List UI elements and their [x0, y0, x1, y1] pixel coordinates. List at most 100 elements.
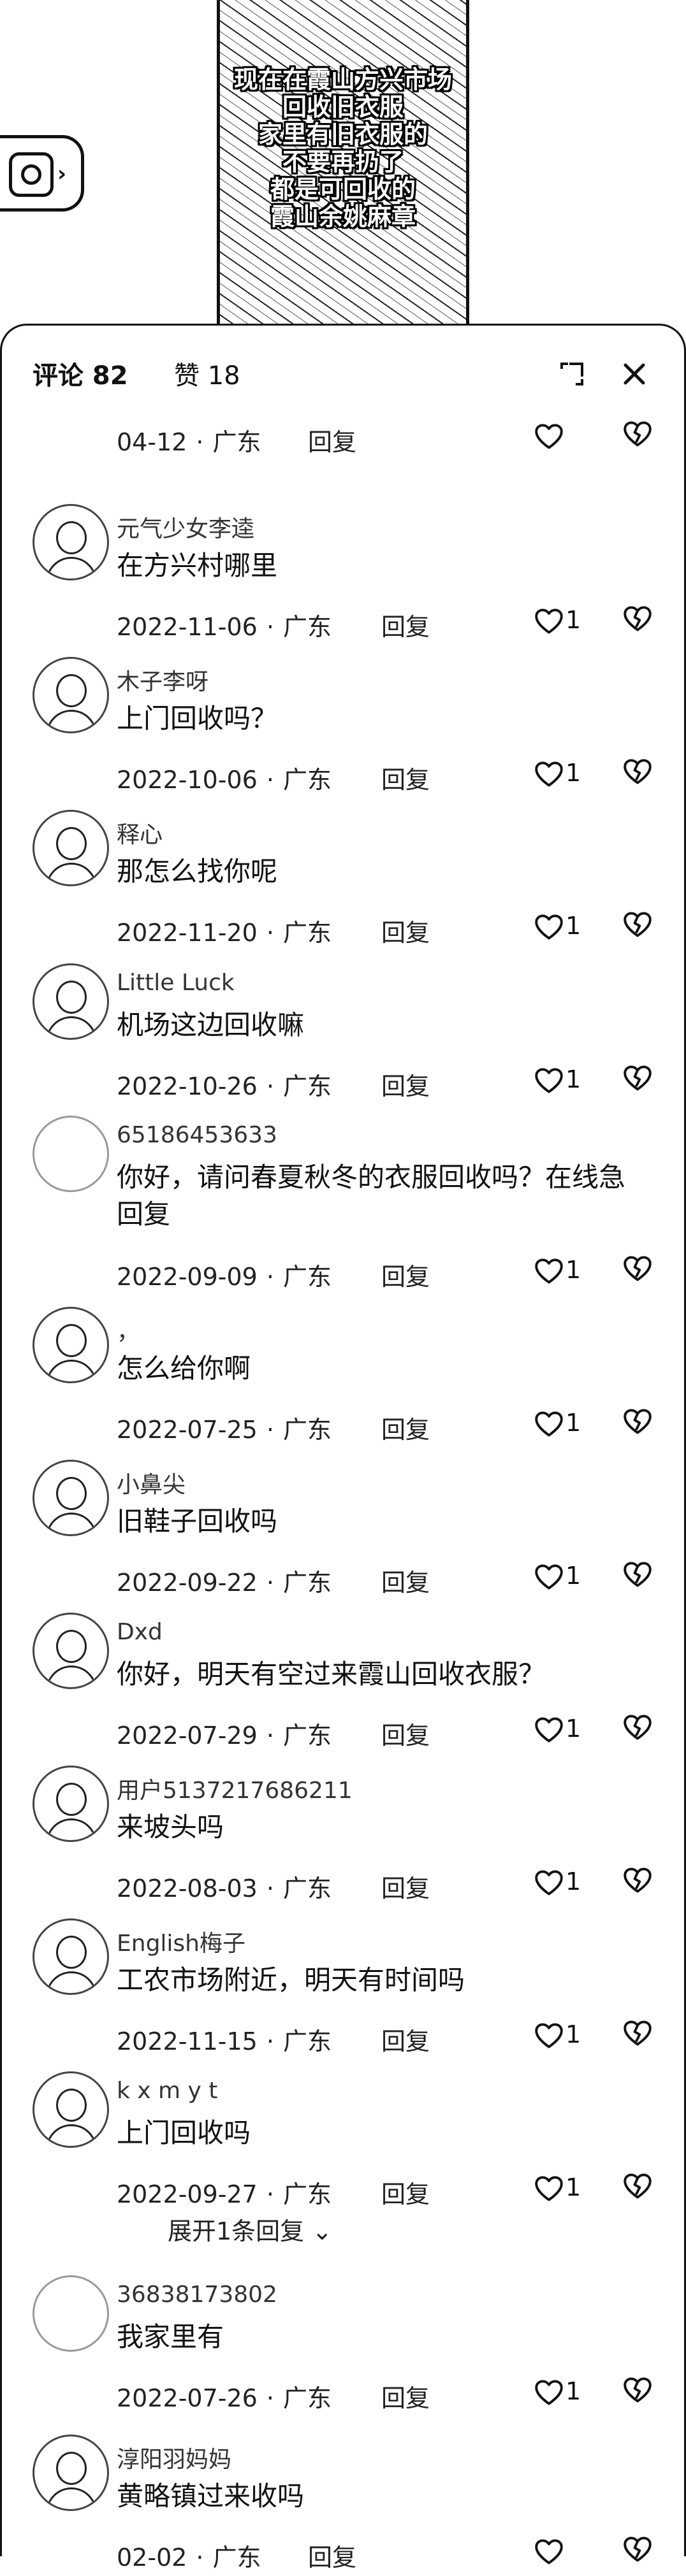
dislike-button[interactable]: [624, 606, 655, 638]
tab-likes[interactable]: 赞 18: [174, 355, 240, 392]
comment-username[interactable]: Dxd: [117, 1619, 163, 1645]
reply-button[interactable]: 回复: [381, 1563, 430, 1598]
dislike-button[interactable]: [624, 1065, 655, 1097]
like-button[interactable]: [535, 421, 592, 453]
tab-comments[interactable]: 评论 82: [33, 355, 128, 392]
reply-button[interactable]: 回复: [381, 913, 430, 948]
dislike-button[interactable]: [624, 421, 655, 453]
comment-text: 那怎么找你呢: [117, 856, 278, 887]
comment-username[interactable]: 用户5137217686211: [117, 1772, 353, 1805]
comment-username[interactable]: k x m y t: [117, 2078, 217, 2104]
video-area[interactable]: › 现在在霞山方兴市场 回收旧衣服 家里有旧衣服的 不要再扔了 都是可回收的 霞…: [0, 0, 686, 331]
like-button[interactable]: 1: [535, 759, 592, 791]
like-button[interactable]: 1: [535, 1562, 592, 1594]
comment-text: 机场这边回收嘛: [117, 1009, 305, 1040]
comment-username[interactable]: ，: [117, 1313, 140, 1346]
dislike-button[interactable]: [624, 2020, 655, 2052]
heart-icon: [535, 914, 563, 940]
user-avatar[interactable]: [33, 2071, 109, 2148]
comment-region: 广东: [282, 1874, 332, 1903]
like-button[interactable]: 1: [535, 2173, 592, 2205]
user-avatar[interactable]: [33, 810, 109, 886]
dislike-button[interactable]: [624, 2173, 655, 2205]
dislike-button[interactable]: [624, 1867, 655, 1899]
expand-icon[interactable]: [558, 360, 586, 388]
comment-username[interactable]: 释心: [117, 816, 163, 849]
dislike-button[interactable]: [624, 1562, 655, 1594]
like-count: 1: [566, 1562, 581, 1590]
reply-button[interactable]: 回复: [381, 760, 430, 795]
comment-username[interactable]: 木子李呀: [117, 663, 208, 696]
like-count: 1: [566, 1409, 581, 1437]
user-avatar[interactable]: [33, 1307, 109, 1383]
dislike-button[interactable]: [624, 2377, 655, 2409]
dislike-button[interactable]: [624, 1409, 655, 1441]
reply-button[interactable]: 回复: [381, 1869, 430, 1904]
close-icon[interactable]: [618, 357, 651, 391]
reply-button[interactable]: 回复: [381, 2022, 430, 2057]
reply-button[interactable]: 回复: [381, 607, 430, 642]
reply-button[interactable]: 回复: [308, 422, 356, 457]
like-button[interactable]: [535, 2536, 592, 2568]
user-avatar[interactable]: [33, 1613, 109, 1689]
like-count: 1: [566, 1256, 581, 1284]
heart-icon: [535, 1068, 563, 1093]
reply-button[interactable]: 回复: [381, 2378, 430, 2414]
dislike-button[interactable]: [624, 759, 655, 791]
comment-username[interactable]: 小鼻尖: [117, 1466, 186, 1499]
like-button[interactable]: 1: [535, 2020, 592, 2052]
user-avatar[interactable]: [33, 504, 109, 580]
expand-replies-button[interactable]: 展开1条回复 ⌄: [168, 2212, 332, 2247]
broken-heart-icon: [624, 1867, 652, 1893]
comment-date: 2022-07-26: [117, 2384, 258, 2412]
reply-button[interactable]: 回复: [381, 2175, 430, 2210]
user-avatar[interactable]: [33, 2435, 109, 2511]
avatar-face-shape: [56, 827, 87, 860]
like-count: 1: [566, 1715, 581, 1743]
reply-button[interactable]: 回复: [381, 1410, 430, 1445]
like-button[interactable]: 1: [535, 1715, 592, 1746]
like-button[interactable]: 1: [535, 1867, 592, 1899]
comment-region: 广东: [282, 766, 332, 794]
reply-button[interactable]: 回复: [308, 2538, 356, 2573]
user-avatar[interactable]: [33, 2275, 109, 2352]
like-button[interactable]: 1: [535, 2377, 592, 2409]
like-button[interactable]: 1: [535, 1409, 592, 1441]
comment-username[interactable]: 元气少女李逵: [117, 510, 254, 543]
like-button[interactable]: 1: [535, 606, 592, 638]
comment-username[interactable]: English梅子: [117, 1925, 245, 1958]
like-button[interactable]: 1: [535, 1065, 592, 1097]
comment-username[interactable]: 淳阳羽妈妈: [117, 2441, 231, 2474]
comment-username[interactable]: Little Luck: [117, 970, 235, 996]
user-avatar[interactable]: [33, 657, 109, 733]
dislike-button[interactable]: [624, 1715, 655, 1746]
meta-separator: ·: [266, 1072, 274, 1100]
comment-meta: 2022-07-29 · 广东 回复: [117, 1716, 430, 1751]
comment-username[interactable]: 65186453633: [117, 1122, 277, 1148]
comment-username[interactable]: 36838173802: [117, 2282, 277, 2308]
like-button[interactable]: 1: [535, 912, 592, 944]
dislike-button[interactable]: [624, 2536, 655, 2568]
heart-icon: [535, 2380, 563, 2405]
broken-heart-icon: [624, 2377, 652, 2403]
user-avatar[interactable]: [33, 963, 109, 1040]
dislike-button[interactable]: [624, 1256, 655, 1288]
broken-heart-icon: [624, 2536, 652, 2562]
user-avatar[interactable]: [33, 1460, 109, 1536]
user-avatar[interactable]: [33, 1766, 109, 1842]
dislike-button[interactable]: [624, 912, 655, 944]
user-avatar[interactable]: [33, 1116, 109, 1192]
video-frame[interactable]: 现在在霞山方兴市场 回收旧衣服 家里有旧衣服的 不要再扔了 都是可回收的 霞山余…: [217, 0, 469, 325]
reply-button[interactable]: 回复: [381, 1716, 430, 1751]
user-avatar[interactable]: [33, 1918, 109, 1995]
related-content-button[interactable]: ›: [0, 135, 84, 212]
avatar-face-shape: [56, 2452, 87, 2485]
like-button[interactable]: 1: [535, 1256, 592, 1288]
comment-text: 在方兴村哪里: [117, 550, 278, 581]
heart-icon: [535, 1717, 563, 1743]
reply-button[interactable]: 回复: [381, 1067, 430, 1102]
reply-button[interactable]: 回复: [381, 1257, 430, 1292]
comment-date: 2022-11-15: [117, 2027, 258, 2055]
avatar-face-shape: [56, 1477, 87, 1510]
meta-separator: ·: [266, 1874, 274, 1903]
